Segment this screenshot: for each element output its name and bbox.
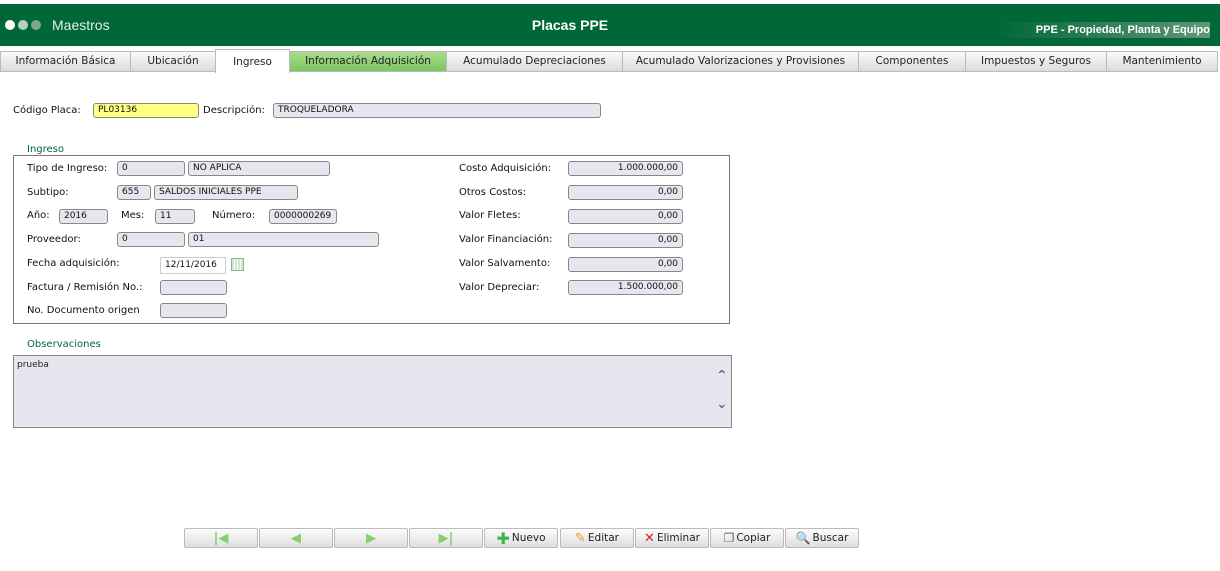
nuevo-button[interactable]: ✚ Nuevo [484,528,558,548]
financiacion-input[interactable]: 0,00 [568,233,683,248]
codigo-placa-label: Código Placa: [13,105,81,116]
plus-icon: ✚ [496,528,510,548]
observaciones-text: prueba [17,360,49,370]
numero-label: Número: [212,210,256,221]
salvamento-input[interactable]: 0,00 [568,257,683,272]
arrow-left-icon: ◀ [291,530,301,546]
module-title: PPE - Propiedad, Planta y Equipo [995,22,1210,38]
copiar-button[interactable]: ❐ Copiar [710,528,784,548]
subtipo-label: Subtipo: [27,187,69,198]
anio-input[interactable]: 2016 [59,209,108,224]
tab-acumulado-depreciaciones[interactable]: Acumulado Depreciaciones [446,51,623,72]
salvamento-label: Valor Salvamento: [459,258,551,269]
otros-costos-label: Otros Costos: [459,187,527,198]
editar-label: Editar [587,532,619,544]
next-record-button[interactable]: ▶ [334,528,408,548]
tab-ubicacion[interactable]: Ubicación [130,51,216,72]
documento-label: No. Documento origen [27,305,140,316]
tab-informacion-adquisicion[interactable]: Información Adquisición [289,51,447,72]
subtipo-code[interactable]: 655 [117,185,151,200]
search-icon: 🔍 [795,531,811,545]
depreciar-input[interactable]: 1.500.000,00 [568,280,683,295]
numero-input[interactable]: 0000000269 [269,209,337,224]
factura-label: Factura / Remisión No.: [27,282,143,293]
fletes-label: Valor Fletes: [459,210,521,221]
first-icon: |◀ [213,530,229,546]
editar-button[interactable]: ✎ Editar [560,528,634,548]
tab-informacion-basica[interactable]: Información Básica [0,51,131,72]
tab-impuestos-seguros[interactable]: Impuestos y Seguros [965,51,1107,72]
arrow-right-icon: ▶ [366,530,376,546]
scroll-down-icon[interactable]: ⌄ [716,396,728,412]
tab-acumulado-valorizaciones[interactable]: Acumulado Valorizaciones y Provisiones [622,51,859,72]
proveedor-code[interactable]: 0 [117,232,185,247]
tipo-ingreso-name[interactable]: NO APLICA [188,161,330,176]
codigo-placa-input[interactable]: PL03136 [93,103,199,118]
fletes-input[interactable]: 0,00 [568,209,683,224]
factura-input[interactable] [160,280,227,295]
depreciar-label: Valor Depreciar: [459,282,540,293]
last-record-button[interactable]: ▶| [409,528,483,548]
descripcion-input[interactable]: TROQUELADORA [273,103,601,118]
fecha-input[interactable]: 12/11/2016 [160,257,226,274]
subtipo-name[interactable]: SALDOS INICIALES PPE [154,185,298,200]
calendar-icon[interactable] [231,258,244,271]
proveedor-label: Proveedor: [27,234,81,245]
descripcion-label: Descripción: [203,105,265,116]
tab-mantenimiento[interactable]: Mantenimiento [1106,51,1218,72]
observaciones-textarea[interactable]: prueba [13,355,732,428]
nuevo-label: Nuevo [511,532,546,544]
buscar-label: Buscar [812,532,849,544]
financiacion-label: Valor Financiación: [459,234,553,245]
last-icon: ▶| [438,530,454,546]
tab-componentes[interactable]: Componentes [858,51,966,72]
observaciones-legend: Observaciones [27,339,101,350]
page-title: Placas PPE [531,17,609,33]
eliminar-label: Eliminar [656,532,700,544]
mes-label: Mes: [121,210,145,221]
documento-input[interactable] [160,303,227,318]
eliminar-button[interactable]: ✕ Eliminar [635,528,709,548]
x-icon: ✕ [644,530,655,546]
ingreso-legend: Ingreso [27,144,65,155]
copy-icon: ❐ [723,531,735,545]
costo-input[interactable]: 1.000.000,00 [568,161,683,176]
first-record-button[interactable]: |◀ [184,528,258,548]
tipo-ingreso-code[interactable]: 0 [117,161,185,176]
previous-record-button[interactable]: ◀ [259,528,333,548]
proveedor-name[interactable]: 01 [188,232,379,247]
otros-costos-input[interactable]: 0,00 [568,185,683,200]
costo-label: Costo Adquisición: [459,163,552,174]
fecha-label: Fecha adquisición: [27,258,120,269]
scroll-up-icon[interactable]: ⌃ [716,368,728,384]
mes-input[interactable]: 11 [155,209,195,224]
header-bar: Maestros Placas PPE PPE - Propiedad, Pla… [0,4,1220,46]
anio-label: Año: [27,210,50,221]
tab-ingreso[interactable]: Ingreso [215,49,290,73]
pencil-icon: ✎ [575,530,586,546]
buscar-button[interactable]: 🔍 Buscar [785,528,859,548]
tipo-ingreso-label: Tipo de Ingreso: [27,163,108,174]
copiar-label: Copiar [736,532,771,544]
